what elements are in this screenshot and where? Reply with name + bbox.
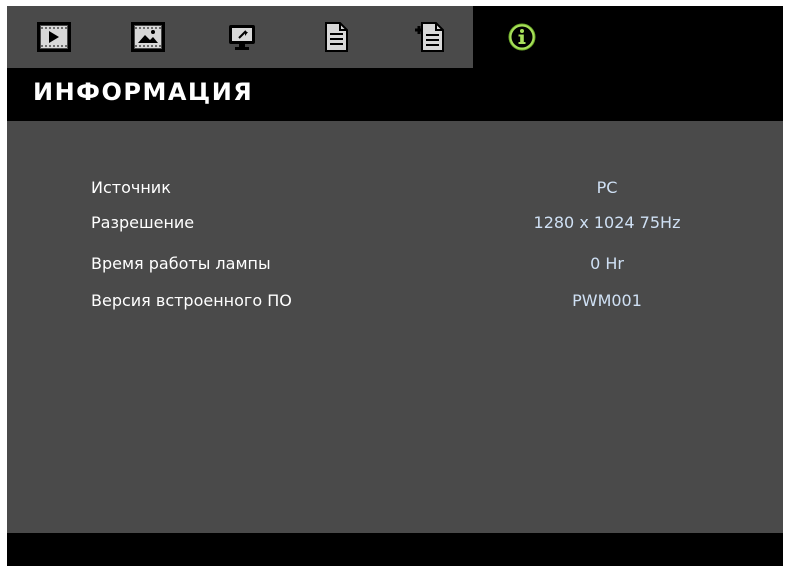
firmware-label: Версия встроенного ПО (91, 291, 292, 310)
resolution-value: 1280 x 1024 75Hz (533, 213, 681, 232)
info-row-lamp-hours: Время работы лампы 0 Hr (7, 250, 783, 280)
info-row-firmware: Версия встроенного ПО PWM001 (7, 287, 783, 317)
display-icon (37, 22, 71, 52)
source-value: PC (596, 178, 618, 197)
tab-advanced-setup[interactable] (399, 6, 461, 68)
setup-icon (322, 21, 350, 53)
title-bar: ИНФОРМАЦИЯ (7, 68, 783, 121)
footer-bar (7, 533, 783, 566)
info-row-resolution: Разрешение 1280 x 1024 75Hz (7, 209, 783, 239)
source-label: Источник (91, 178, 171, 197)
menu-tab-bar (7, 6, 783, 68)
lamp-hours-value: 0 Hr (590, 254, 624, 273)
firmware-value: PWM001 (572, 291, 642, 310)
osd-menu: ИНФОРМАЦИЯ Источник PC Разрешение 1280 x… (7, 6, 783, 566)
tab-display[interactable] (23, 6, 85, 68)
info-panel: Источник PC Разрешение 1280 x 1024 75Hz … (7, 121, 783, 533)
tab-screen[interactable] (211, 6, 273, 68)
tab-information[interactable] (491, 6, 553, 68)
resolution-label: Разрешение (91, 213, 195, 232)
info-icon (507, 22, 537, 52)
tab-setup[interactable] (305, 6, 367, 68)
screen-icon (227, 22, 257, 52)
advanced-setup-icon (414, 21, 446, 53)
info-row-source: Источник PC (7, 174, 783, 204)
lamp-hours-label: Время работы лампы (91, 254, 271, 273)
page-title: ИНФОРМАЦИЯ (33, 78, 254, 106)
image-icon (131, 22, 165, 52)
tab-image[interactable] (117, 6, 179, 68)
